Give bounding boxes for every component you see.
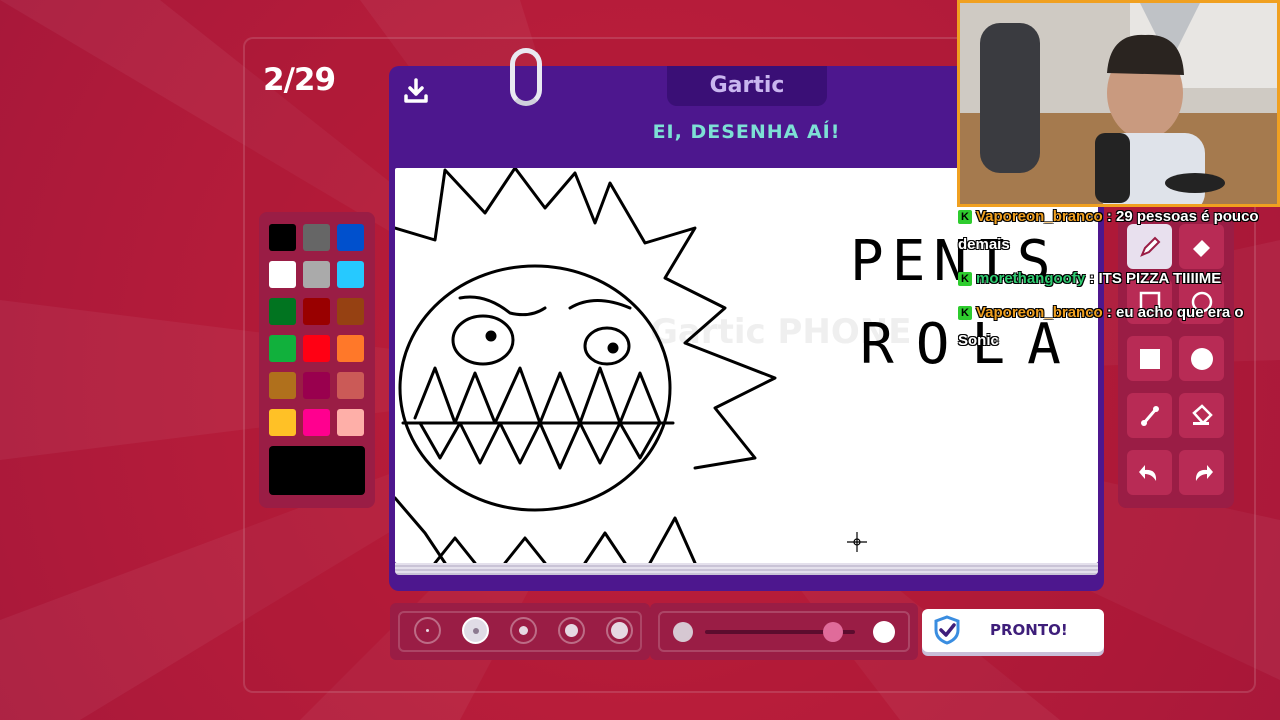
color-swatch[interactable] <box>269 372 296 399</box>
color-swatch[interactable] <box>303 335 330 362</box>
chat-username: Vaporeon_branco <box>976 304 1103 321</box>
color-swatch[interactable] <box>303 298 330 325</box>
chat-badge-icon: K <box>958 210 972 224</box>
color-swatch[interactable] <box>303 372 330 399</box>
chat-username: Vaporeon_branco <box>976 208 1103 225</box>
color-swatch[interactable] <box>269 298 296 325</box>
undo-button[interactable] <box>1127 450 1172 495</box>
brush-size-2[interactable] <box>462 617 489 644</box>
ready-button[interactable]: PRONTO! <box>922 609 1104 652</box>
opacity-panel <box>650 603 918 660</box>
redo-button[interactable] <box>1179 450 1224 495</box>
bucket-icon <box>1191 403 1213 425</box>
color-swatch[interactable] <box>303 409 330 436</box>
opacity-max-icon <box>873 621 895 643</box>
webcam-feed <box>960 3 1277 204</box>
color-swatch[interactable] <box>269 335 296 362</box>
color-swatch[interactable] <box>337 335 364 362</box>
chat-text: : ITS PIZZA TIIIIME <box>1089 270 1222 287</box>
color-swatch[interactable] <box>269 224 296 251</box>
color-swatch[interactable] <box>337 298 364 325</box>
notebook-ring <box>510 48 542 106</box>
current-color-preview[interactable] <box>269 446 365 495</box>
line-icon <box>1140 405 1159 426</box>
color-swatch[interactable] <box>337 372 364 399</box>
color-swatch[interactable] <box>337 261 364 288</box>
color-swatch[interactable] <box>269 261 296 288</box>
brand-logo: Gartic <box>667 66 827 106</box>
color-swatch[interactable] <box>337 224 364 251</box>
brush-size-5[interactable] <box>606 617 633 644</box>
brush-size-3[interactable] <box>510 617 537 644</box>
stream-chat: K Vaporeon_branco : 29 pessoas é pouco de… <box>958 203 1280 361</box>
brush-size-4[interactable] <box>558 617 585 644</box>
chat-badge-icon: K <box>958 306 972 320</box>
color-palette <box>259 212 375 508</box>
redo-icon <box>1195 464 1213 481</box>
check-badge-icon <box>934 615 960 645</box>
round-counter: 2/29 <box>263 62 336 98</box>
chat-message: Kmorethangoofy : ITS PIZZA TIIIIME <box>958 265 1280 293</box>
chat-message: K Vaporeon_branco : 29 pessoas é pouco de… <box>958 203 1280 259</box>
chat-message: K Vaporeon_branco : eu acho que era o Son… <box>958 299 1280 355</box>
brush-size-1[interactable] <box>414 617 441 644</box>
notebook-pages <box>395 563 1098 575</box>
opacity-slider-handle[interactable] <box>822 622 843 642</box>
download-icon[interactable] <box>401 76 431 106</box>
color-swatch[interactable] <box>303 261 330 288</box>
color-swatch[interactable] <box>303 224 330 251</box>
opacity-min-icon <box>673 622 693 642</box>
undo-icon <box>1138 464 1156 481</box>
webcam-overlay <box>957 0 1280 207</box>
chat-username: morethangoofy <box>976 270 1086 287</box>
ready-label: PRONTO! <box>990 621 1068 639</box>
chat-badge-icon: K <box>958 272 972 286</box>
fill-tool[interactable] <box>1179 393 1224 438</box>
color-swatch[interactable] <box>337 409 364 436</box>
crosshair-cursor-icon <box>847 532 867 552</box>
brush-size-panel <box>390 603 650 660</box>
line-tool[interactable] <box>1127 393 1172 438</box>
color-swatch[interactable] <box>269 409 296 436</box>
